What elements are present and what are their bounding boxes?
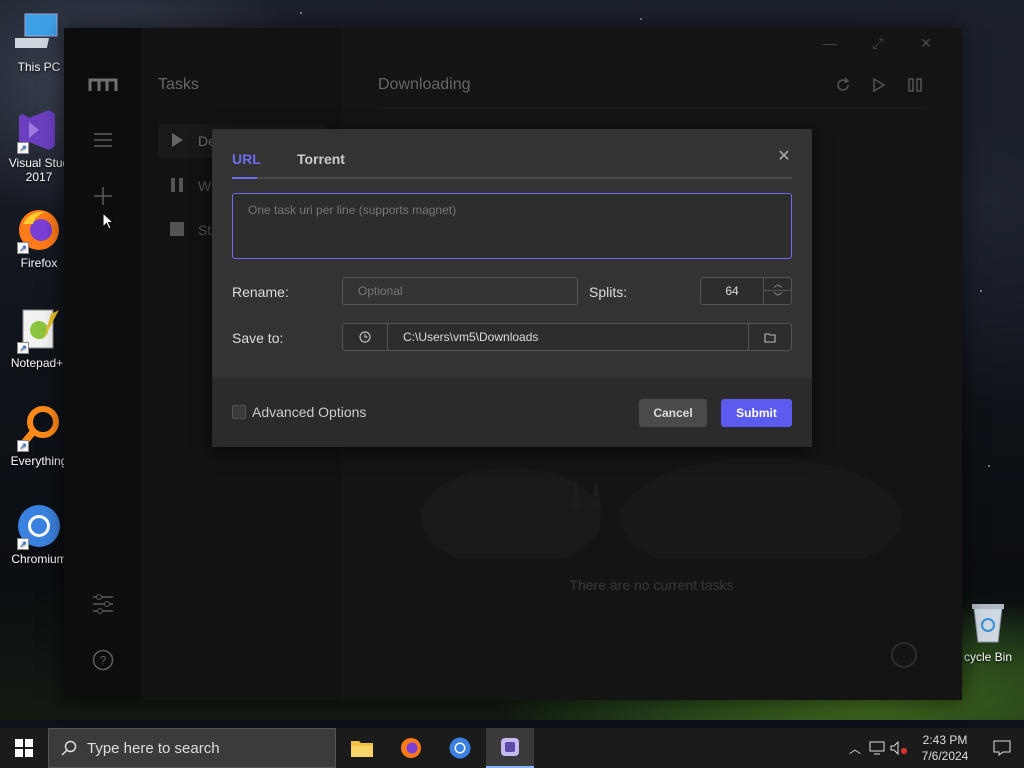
close-icon[interactable]: ✕ <box>776 149 792 165</box>
recycle-bin-icon <box>968 600 1008 644</box>
dialog-footer: Advanced Options Cancel Submit <box>212 378 812 447</box>
taskbar-firefox[interactable] <box>387 728 435 768</box>
chromium-icon: ↗ <box>15 502 63 550</box>
splits-stepper[interactable]: 64 ︿ ﹀ <box>700 277 792 305</box>
desktop-icon-label: cycle Bin <box>963 650 1013 664</box>
taskbar: Type here to search ︿ 2:43 PM 7/6/2024 <box>0 728 1024 768</box>
saveto-field[interactable]: C:\Users\vm5\Downloads <box>342 323 792 351</box>
computer-icon <box>10 10 63 58</box>
shortcut-arrow-icon: ↗ <box>17 142 29 154</box>
mouse-cursor-icon <box>102 212 114 230</box>
chevron-up-icon[interactable]: ︿ <box>763 278 792 291</box>
splits-value[interactable]: 64 <box>701 278 763 304</box>
advanced-options-toggle[interactable]: Advanced Options <box>232 404 366 420</box>
shortcut-arrow-icon: ↗ <box>17 538 29 550</box>
advanced-options-checkbox[interactable] <box>232 405 246 419</box>
system-tray: ︿ 2:43 PM 7/6/2024 <box>844 728 1024 768</box>
star <box>980 290 982 292</box>
dialog-tabs: URL Torrent <box>232 143 792 179</box>
taskbar-file-explorer[interactable] <box>338 728 386 768</box>
windows-logo-icon <box>15 739 33 757</box>
splits-label: Splits: <box>589 284 628 300</box>
chevron-down-icon[interactable]: ﹀ <box>763 291 792 304</box>
tab-url[interactable]: URL <box>232 151 261 167</box>
star <box>988 465 990 467</box>
submit-button[interactable]: Submit <box>721 399 792 427</box>
url-input[interactable] <box>232 193 792 259</box>
desktop-icon-recycle-bin[interactable]: cycle Bin <box>952 600 1024 664</box>
advanced-options-label: Advanced Options <box>252 404 367 420</box>
folder-icon[interactable] <box>748 324 791 350</box>
search-icon <box>61 740 77 756</box>
shortcut-arrow-icon: ↗ <box>17 242 29 254</box>
taskbar-motrix[interactable] <box>486 728 534 768</box>
add-task-dialog: URL Torrent ✕ Rename: Splits: 64 ︿ ﹀ Sav… <box>212 129 812 447</box>
clock[interactable]: 2:43 PM 7/6/2024 <box>910 732 980 764</box>
taskbar-search[interactable]: Type here to search <box>48 728 336 768</box>
network-icon[interactable] <box>866 741 888 755</box>
firefox-icon: ↗ <box>15 206 63 254</box>
start-button[interactable] <box>0 728 48 768</box>
active-tab-indicator <box>232 177 257 179</box>
folder-icon <box>351 741 373 757</box>
volume-muted-icon[interactable] <box>888 741 910 755</box>
star <box>640 18 642 20</box>
chevron-up-icon[interactable]: ︿ <box>844 740 866 757</box>
history-clock-icon[interactable] <box>343 324 388 350</box>
chromium-icon <box>449 737 471 759</box>
motrix-app-icon <box>501 738 519 756</box>
star <box>300 12 302 14</box>
saveto-label: Save to: <box>232 330 284 346</box>
search-placeholder: Type here to search <box>87 739 220 757</box>
rename-input[interactable] <box>342 277 578 305</box>
visual-studio-icon: ↗ <box>15 106 63 154</box>
tab-torrent[interactable]: Torrent <box>297 151 345 167</box>
notification-icon[interactable] <box>980 740 1024 756</box>
firefox-icon <box>401 738 421 758</box>
rename-label: Rename: <box>232 284 289 300</box>
cancel-button[interactable]: Cancel <box>639 399 707 427</box>
saveto-path[interactable]: C:\Users\vm5\Downloads <box>403 324 538 350</box>
everything-search-icon: ↗ <box>15 404 63 452</box>
taskbar-chromium[interactable] <box>436 728 484 768</box>
clock-date: 7/6/2024 <box>921 749 969 763</box>
shortcut-arrow-icon: ↗ <box>17 342 29 354</box>
notepad-plus-plus-icon: ↗ <box>15 306 63 354</box>
shortcut-arrow-icon: ↗ <box>17 440 29 452</box>
clock-time: 2:43 PM <box>922 733 968 747</box>
